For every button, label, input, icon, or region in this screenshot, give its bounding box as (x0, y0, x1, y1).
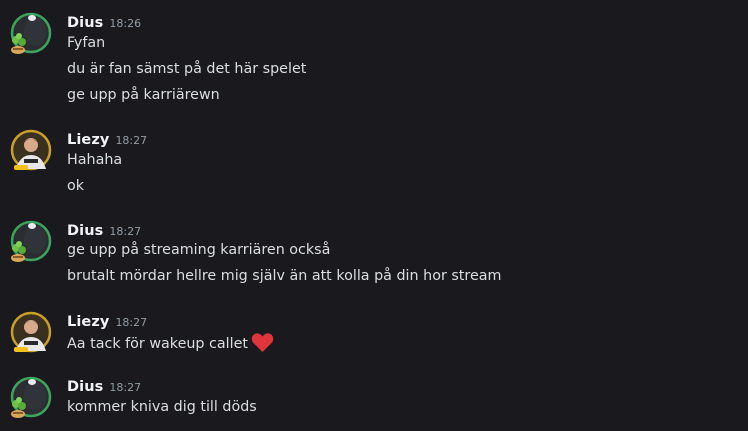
message-header: Dius 18:27 (67, 220, 141, 240)
message-header: Dius 18:26 (67, 12, 141, 32)
message-header: Dius 18:27 (67, 376, 141, 396)
message-group: Dius 18:26 Fyfan du är fan sämst på det h… (0, 12, 748, 107)
message-text: ok (67, 178, 85, 194)
message-text-row: Aa tack för wakeup callet (67, 332, 274, 359)
username[interactable]: Dius (67, 379, 103, 395)
avatar[interactable] (10, 12, 52, 54)
avatar[interactable] (10, 129, 52, 171)
message-text: brutalt mördar hellre mig själv än att k… (67, 268, 502, 284)
dius-avatar-icon (10, 376, 52, 418)
dius-avatar-icon (10, 12, 52, 54)
message-group: Dius 18:27 ge upp på streaming karriären … (0, 220, 748, 290)
liezy-avatar-icon (10, 311, 52, 353)
message-header: Liezy 18:27 (67, 311, 147, 331)
message-text: kommer kniva dig till döds (67, 399, 257, 415)
message-text: Aa tack för wakeup callet (67, 336, 249, 352)
message-group: Dius 18:27 kommer kniva dig till döds (0, 376, 748, 426)
message-text: ge upp på streaming karriären också (67, 242, 331, 258)
username[interactable]: Liezy (67, 132, 109, 148)
username[interactable]: Dius (67, 15, 103, 31)
timestamp[interactable]: 18:27 (115, 316, 147, 329)
message-text: Fyfan (67, 35, 106, 51)
avatar[interactable] (10, 311, 52, 353)
message-group: Liezy 18:27 Aa tack för wakeup callet (0, 311, 748, 356)
timestamp[interactable]: 18:27 (109, 381, 141, 394)
dius-avatar-icon (10, 220, 52, 262)
timestamp[interactable]: 18:27 (109, 225, 141, 238)
message-text: ge upp på karriärewn (67, 87, 220, 103)
message-text: Hahaha (67, 152, 123, 168)
liezy-avatar-icon (10, 129, 52, 171)
username[interactable]: Dius (67, 223, 103, 239)
message-group: Liezy 18:27 Hahaha ok (0, 129, 748, 199)
timestamp[interactable]: 18:27 (115, 134, 147, 147)
username[interactable]: Liezy (67, 314, 109, 330)
message-header: Liezy 18:27 (67, 129, 147, 149)
avatar[interactable] (10, 376, 52, 418)
timestamp[interactable]: 18:26 (109, 17, 141, 30)
message-text: du är fan sämst på det här spelet (67, 61, 307, 77)
avatar[interactable] (10, 220, 52, 262)
red-heart-icon[interactable] (251, 332, 274, 359)
